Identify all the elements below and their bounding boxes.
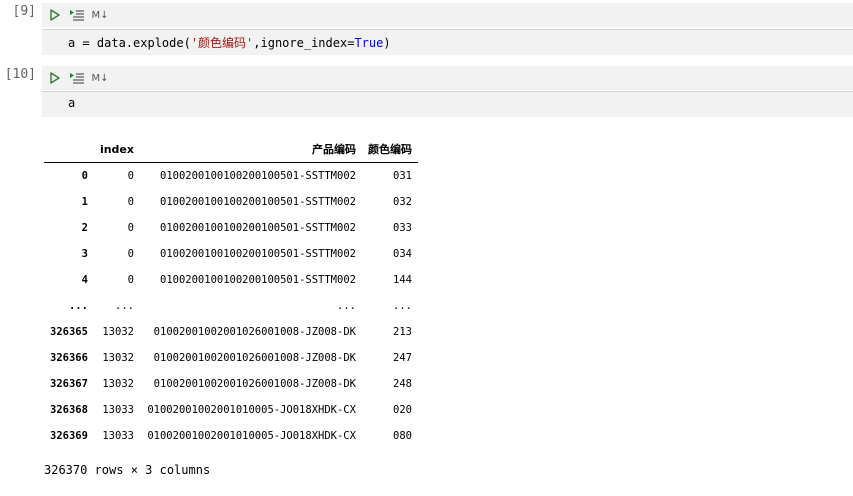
row-index-cell: 326367 [50,378,88,390]
table-cell: 0100200100100200100501-SSTTM002 [160,196,356,208]
code-token: a = data.explode( [68,36,191,50]
table-row: 3 0 0100200100100200100501-SSTTM002 034 [44,241,418,267]
table-cell: 0 [127,196,134,208]
cell-output: index 产品编码 颜色编码 0 0 0100200100100200100501… [44,136,444,449]
table-cell: 032 [393,196,412,208]
column-header: index [93,136,140,163]
table-cell: 13032 [102,378,134,390]
table-cell: 13033 [102,404,134,416]
cell-toolbar: M↓ [42,66,853,90]
column-header [44,136,94,163]
table-row: 4 0 0100200100100200100501-SSTTM002 144 [44,267,418,293]
row-index-cell: 326369 [50,430,88,442]
table-cell: 13033 [102,430,134,442]
run-below-button[interactable] [68,6,86,24]
dataframe-table: index 产品编码 颜色编码 0 0 0100200100100200100501… [44,136,418,449]
table-cell: 031 [393,170,412,182]
table-cell: ... [337,300,356,312]
row-index-cell: 326365 [50,326,88,338]
table-cell: ... [393,300,412,312]
run-icon [50,9,60,21]
table-cell: 0100200100100200100501-SSTTM002 [160,274,356,286]
code-line: a = data.explode('颜色编码',ignore_index=Tru… [68,34,391,51]
table-cell: 13032 [102,352,134,364]
table-cell: ... [115,300,134,312]
table-row: 326365 13032 01002001002001026001008-JZ008… [44,319,418,345]
table-cell: 0100200100100200100501-SSTTM002 [160,248,356,260]
table-cell: 01002001002001010005-JO018XHDK-CX [147,404,356,416]
table-row: 2 0 0100200100100200100501-SSTTM002 033 [44,215,418,241]
run-below-button[interactable] [68,69,86,87]
markdown-toggle-button[interactable]: M↓ [92,69,109,87]
table-cell: 248 [393,378,412,390]
row-index-cell: 2 [81,222,88,234]
row-index-cell: ... [68,300,88,312]
table-row: ............ [44,293,418,319]
table-body: 0 0 0100200100100200100501-SSTTM002 031 1 0 01… [44,163,418,450]
table-cell: 01002001002001010005-JO018XHDK-CX [147,430,356,442]
row-index-cell: 326366 [50,352,88,364]
table-row: 326366 13032 01002001002001026001008-JZ008… [44,345,418,371]
row-index-cell: 0 [81,170,88,182]
table-cell: 0 [127,222,134,234]
cell-toolbar: M↓ [42,3,853,27]
run-below-icon [70,73,84,84]
table-row: 1 0 0100200100100200100501-SSTTM002 032 [44,189,418,215]
code-editor[interactable]: a = data.explode('颜色编码',ignore_index=Tru… [42,29,853,55]
table-cell: 0 [127,248,134,260]
execution-count: [9] [12,4,36,19]
table-cell: 213 [393,326,412,338]
table-cell: 01002001002001026001008-JZ008-DK [153,352,356,364]
table-cell: 0 [127,170,134,182]
run-icon [50,72,60,84]
code-keyword-token: True [354,36,384,50]
table-cell: 080 [393,430,412,442]
table-row: 326368 13033 01002001002001010005-JO018XHD… [44,397,418,423]
column-header: 产品编码 [139,136,362,163]
table-row: 326369 13033 01002001002001010005-JO018XHD… [44,423,418,449]
markdown-toggle-button[interactable]: M↓ [92,6,109,24]
row-index-cell: 1 [81,196,88,208]
table-row: 326367 13032 01002001002001026001008-JZ008… [44,371,418,397]
execution-count: [10] [4,67,36,82]
run-cell-button[interactable] [48,6,62,24]
table-cell: 020 [393,404,412,416]
code-line: a [68,96,76,110]
table-cell: 01002001002001026001008-JZ008-DK [153,378,356,390]
table-cell: 13032 [102,326,134,338]
run-below-icon [70,10,84,21]
code-editor[interactable]: a [42,91,853,117]
code-token: ,ignore_index= [253,36,355,50]
table-cell: 0100200100100200100501-SSTTM002 [160,170,356,182]
row-index-cell: 3 [81,248,88,260]
table-cell: 0 [127,274,134,286]
code-string-token: '颜色编码' [190,36,254,50]
column-header: 颜色编码 [361,136,418,163]
run-cell-button[interactable] [48,69,62,87]
table-row: 0 0 0100200100100200100501-SSTTM002 031 [44,163,418,190]
table-cell: 0100200100100200100501-SSTTM002 [160,222,356,234]
code-token: ) [383,36,391,50]
row-index-cell: 4 [81,274,88,286]
dataframe-shape: 326370 rows × 3 columns [44,463,211,477]
row-index-cell: 326368 [50,404,88,416]
table-cell: 01002001002001026001008-JZ008-DK [153,326,356,338]
table-cell: 144 [393,274,412,286]
table-cell: 247 [393,352,412,364]
table-cell: 033 [393,222,412,234]
table-header-row: index 产品编码 颜色编码 [44,136,418,163]
table-cell: 034 [393,248,412,260]
